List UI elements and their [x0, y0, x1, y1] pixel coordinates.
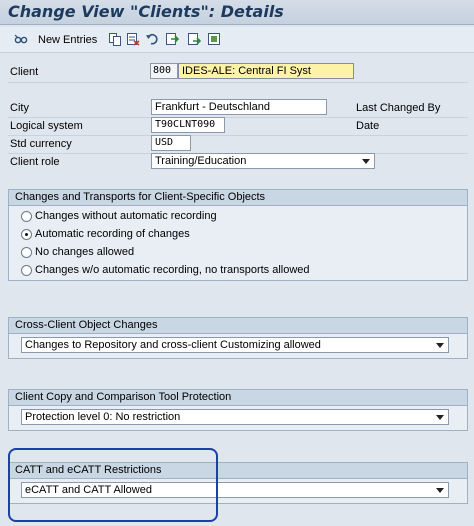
client-role-value: Training/Education: [155, 155, 247, 167]
client-role-dropdown[interactable]: Training/Education: [151, 153, 375, 169]
copy-icon[interactable]: [108, 32, 122, 46]
std-currency-field[interactable]: USD: [151, 135, 191, 151]
chevron-down-icon: [436, 488, 444, 493]
select-all-icon[interactable]: [165, 32, 179, 46]
new-entries-button[interactable]: New Entries: [38, 34, 97, 46]
std-currency-label: Std currency: [10, 138, 72, 150]
radio-option-label: No changes allowed: [35, 246, 135, 258]
chevron-down-icon: [362, 159, 370, 164]
catt-restrictions-group: CATT and eCATT Restrictions eCATT and CA…: [8, 462, 468, 504]
radio-button-selected[interactable]: [21, 229, 32, 240]
radio-button[interactable]: [21, 265, 32, 276]
client-copy-group-title: Client Copy and Comparison Tool Protecti…: [9, 390, 467, 406]
catt-restrictions-group-title: CATT and eCATT Restrictions: [9, 463, 467, 479]
delete-icon[interactable]: [126, 32, 140, 46]
client-role-label: Client role: [10, 156, 60, 168]
cross-client-dropdown[interactable]: Changes to Repository and cross-client C…: [21, 337, 449, 353]
catt-restrictions-value: eCATT and CATT Allowed: [25, 484, 152, 496]
radio-option-label: Automatic recording of changes: [35, 228, 190, 240]
radio-button[interactable]: [21, 211, 32, 222]
application-toolbar: New Entries: [0, 27, 474, 53]
deselect-icon[interactable]: [207, 32, 221, 46]
client-copy-group: Client Copy and Comparison Tool Protecti…: [8, 389, 468, 431]
protection-level-value: Protection level 0: No restriction: [25, 411, 181, 423]
catt-restrictions-dropdown[interactable]: eCATT and CATT Allowed: [21, 482, 449, 498]
divider: [8, 117, 468, 118]
changes-transports-group: Changes and Transports for Client-Specif…: [8, 189, 468, 281]
protection-level-dropdown[interactable]: Protection level 0: No restriction: [21, 409, 449, 425]
page-title: Change View "Clients": Details: [8, 2, 284, 21]
date-label: Date: [356, 120, 380, 132]
cross-client-value: Changes to Repository and cross-client C…: [25, 339, 321, 351]
changes-transports-group-title: Changes and Transports for Client-Specif…: [9, 190, 467, 206]
undo-icon[interactable]: [145, 32, 159, 46]
chevron-down-icon: [436, 415, 444, 420]
divider: [8, 135, 468, 136]
chevron-down-icon: [436, 343, 444, 348]
city-field[interactable]: Frankfurt - Deutschland: [151, 99, 327, 115]
cross-client-group-title: Cross-Client Object Changes: [9, 318, 467, 334]
select-block-icon[interactable]: [187, 32, 201, 46]
radio-button[interactable]: [21, 247, 32, 258]
radio-option-label: Changes without automatic recording: [35, 210, 217, 222]
glasses-icon[interactable]: [14, 32, 28, 46]
client-number-field[interactable]: 800: [150, 63, 178, 79]
city-label: City: [10, 102, 29, 114]
radio-option-label: Changes w/o automatic recording, no tran…: [35, 264, 310, 276]
last-changed-by-label: Last Changed By: [356, 102, 441, 114]
divider: [8, 82, 468, 83]
logical-system-label: Logical system: [10, 120, 83, 132]
client-label: Client: [10, 66, 39, 78]
title-bar: Change View "Clients": Details: [0, 0, 474, 25]
client-name-field[interactable]: IDES-ALE: Central FI Syst: [178, 63, 354, 79]
cross-client-group: Cross-Client Object Changes Changes to R…: [8, 317, 468, 359]
logical-system-field[interactable]: T90CLNT090: [151, 117, 225, 133]
